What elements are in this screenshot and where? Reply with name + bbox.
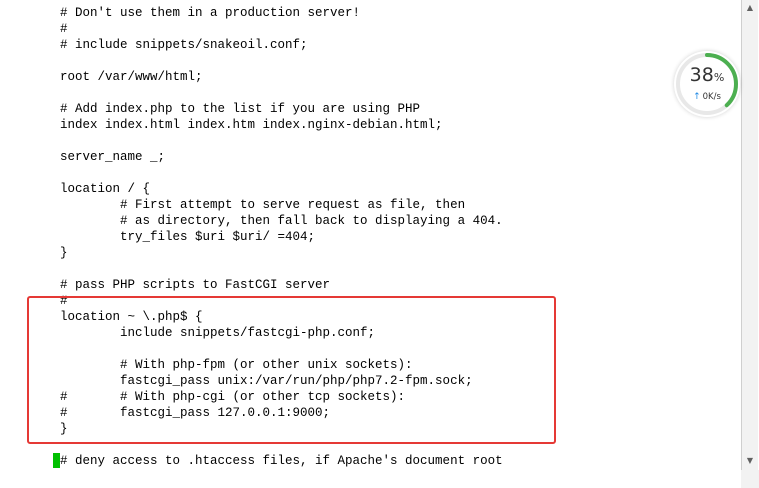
upload-arrow-icon: ↑: [693, 92, 701, 102]
code-line: # Add index.php to the list if you are u…: [60, 102, 421, 116]
code-line: location / {: [60, 182, 151, 196]
scroll-corner: [741, 470, 759, 488]
speed-monitor-widget[interactable]: 38% ↑ 0K/s: [674, 51, 740, 117]
vertical-scrollbar[interactable]: ▲ ▼: [741, 0, 758, 488]
code-line: #: [60, 22, 68, 36]
scroll-up-icon[interactable]: ▲: [745, 3, 755, 13]
code-line: server_name _;: [60, 150, 166, 164]
terminal-window[interactable]: # Don't use them in a production server!…: [0, 0, 741, 488]
code-line: # Don't use them in a production server!: [60, 6, 361, 20]
code-line: index index.html index.htm index.nginx-d…: [60, 118, 443, 132]
usage-percent-value: 38: [689, 64, 714, 86]
code-line: # First attempt to serve request as file…: [60, 198, 466, 212]
network-speed: ↑ 0K/s: [674, 91, 740, 103]
highlight-box: [27, 296, 556, 444]
text-cursor: [53, 453, 60, 468]
code-line: root /var/www/html;: [60, 70, 203, 84]
code-line: # pass PHP scripts to FastCGI server: [60, 278, 331, 292]
network-speed-value: 0K/s: [702, 92, 721, 102]
code-line: }: [60, 246, 68, 260]
scroll-down-icon[interactable]: ▼: [745, 456, 755, 466]
code-line: # deny access to .htaccess files, if Apa…: [60, 454, 503, 468]
usage-percent: 38%: [674, 64, 740, 89]
code-line: try_files $uri $uri/ =404;: [60, 230, 316, 244]
code-line: # as directory, then fall back to displa…: [60, 214, 503, 228]
code-line: # include snippets/snakeoil.conf;: [60, 38, 308, 52]
usage-percent-unit: %: [713, 71, 725, 84]
